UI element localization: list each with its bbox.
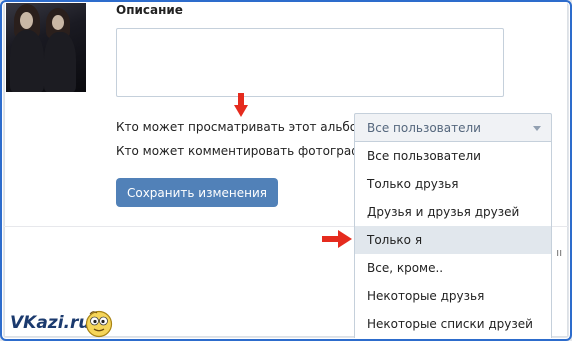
privacy-option-all-users[interactable]: Все пользователи <box>355 142 551 170</box>
cut-off-text-fragment <box>557 250 562 256</box>
album-cover-image[interactable] <box>6 0 86 92</box>
cover-figure-body <box>10 30 44 92</box>
privacy-option-only-me[interactable]: Только я <box>355 226 551 254</box>
privacy-select-value: Все пользователи <box>367 121 481 135</box>
privacy-option-friends-only[interactable]: Только друзья <box>355 170 551 198</box>
privacy-view-label: Кто может просматривать этот альбом? <box>116 120 354 134</box>
privacy-options-dropdown: Все пользователи Только друзья Друзья и … <box>354 142 552 341</box>
description-textarea[interactable] <box>116 28 504 97</box>
cover-figure-face <box>52 15 64 30</box>
red-arrow-down-icon <box>234 93 248 117</box>
description-label: Описание <box>116 3 183 17</box>
smiley-icon <box>85 310 113 338</box>
privacy-option-some-friend-lists[interactable]: Некоторые списки друзей <box>355 310 551 338</box>
site-watermark-logo: VKazi.ru <box>10 313 91 333</box>
privacy-option-some-friends[interactable]: Некоторые друзья <box>355 282 551 310</box>
cover-figure-face <box>20 12 33 29</box>
red-arrow-right-icon <box>322 230 352 248</box>
privacy-option-friends-of-friends[interactable]: Друзья и друзья друзей <box>355 198 551 226</box>
cover-figure-body <box>44 32 76 92</box>
privacy-view-select[interactable]: Все пользователи <box>354 113 552 142</box>
save-changes-button[interactable]: Сохранить изменения <box>116 178 278 207</box>
privacy-comment-label: Кто может комментировать фотографии? <box>116 144 354 158</box>
privacy-option-all-except[interactable]: Все, кроме.. <box>355 254 551 282</box>
chevron-down-icon <box>533 126 541 131</box>
